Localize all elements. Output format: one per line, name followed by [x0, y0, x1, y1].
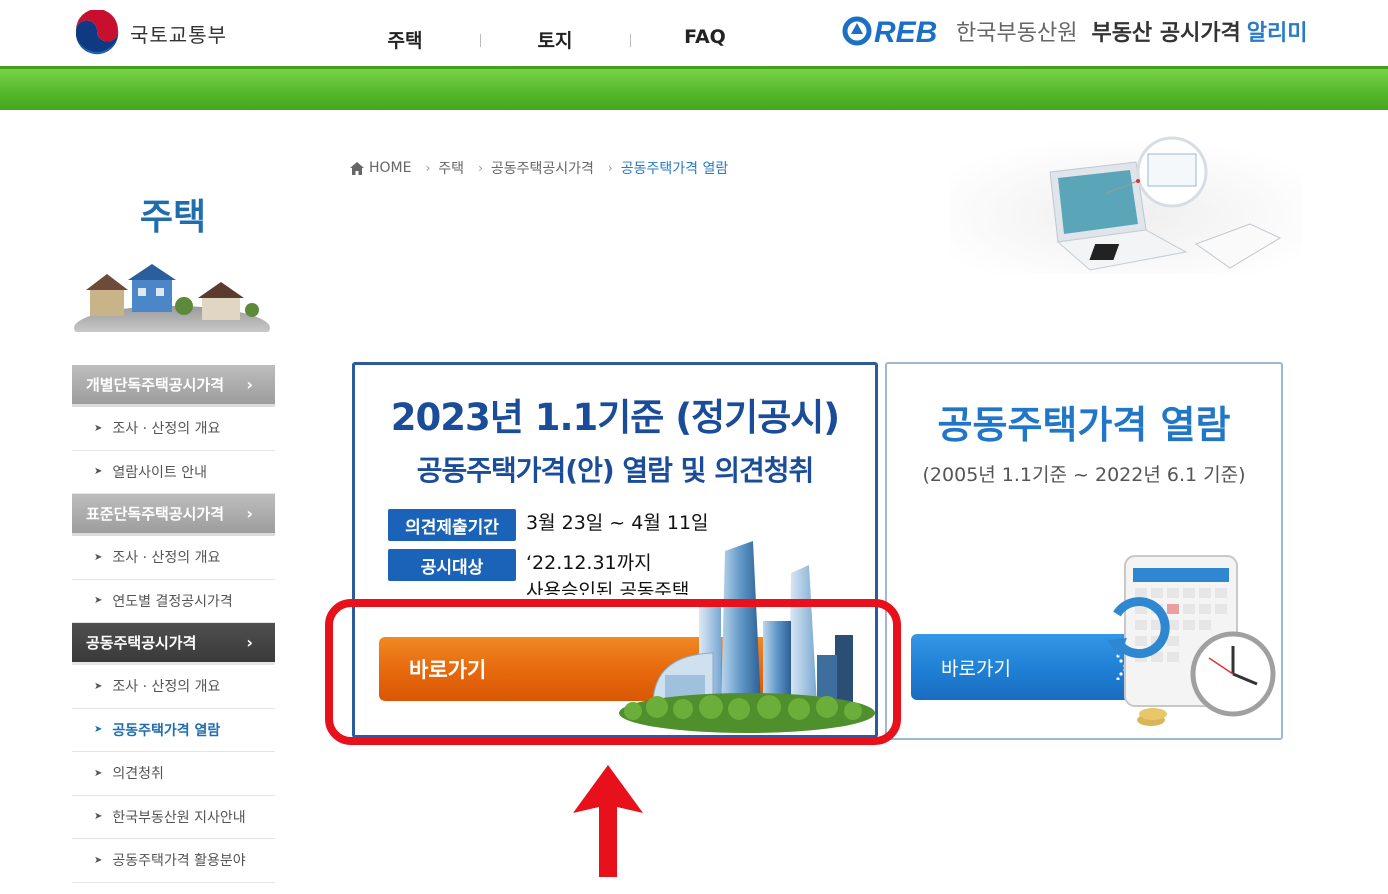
sidebar-item-individual-overview[interactable]: ➤ 조사 · 산정의 개요: [72, 407, 275, 451]
sidebar-item-branch-guide[interactable]: ➤ 한국부동산원 지사안내: [72, 796, 275, 839]
sidebar-group-apartment[interactable]: 공동주택공시가격 ›: [72, 623, 275, 665]
sidebar-item-label: 열람사이트 안내: [112, 464, 208, 481]
sidebar-item-label: 연도별 결정공시가격: [112, 593, 233, 610]
sidebar-item-label: 조사 · 산정의 개요: [112, 550, 221, 567]
header-green-band: [0, 66, 1388, 110]
breadcrumb-separator-icon: ›: [478, 161, 483, 175]
breadcrumb: HOME › 주택 › 공동주택공시가격 › 공동주택가격 열람: [350, 158, 728, 178]
sidebar-group-label: 개별단독주택공시가격: [86, 376, 225, 394]
sidebar-group-label: 공동주택공시가격: [86, 634, 197, 652]
tablet-calendar-clock-illustration-icon: [1107, 555, 1276, 726]
bullet-arrow-icon: ➤: [94, 422, 103, 434]
target-label: 공시대상: [388, 549, 516, 581]
sidebar-item-opinion-hearing[interactable]: ➤ 의견청취: [72, 752, 275, 796]
reb-alim-name: 알리미: [1246, 21, 1308, 46]
top-nav: 주택 토지 FAQ: [330, 26, 780, 53]
notice-subtitle: 공동주택가격(안) 열람 및 의견청취: [416, 454, 814, 487]
breadcrumb-home[interactable]: HOME: [369, 160, 411, 176]
home-icon: [350, 161, 364, 175]
bullet-arrow-icon: ➤: [94, 854, 103, 866]
period-label: 의견제출기간: [388, 509, 516, 541]
reb-mark-text: REB: [874, 16, 937, 48]
sidebar-item-apartment-overview[interactable]: ➤ 조사 · 산정의 개요: [72, 665, 275, 709]
sidebar-group-label: 표준단독주택공시가격: [86, 505, 225, 523]
price-view-period: (2005년 1.1기준 ~ 2022년 6.1 기준): [922, 464, 1246, 486]
breadcrumb-apartment-price[interactable]: 공동주택공시가격: [491, 158, 594, 178]
sidebar-item-label: 한국부동산원 지사안내: [112, 809, 246, 826]
bullet-arrow-icon: ➤: [94, 767, 103, 779]
notice-title: 2023년 1.1기준 (정기공시): [390, 396, 840, 439]
sidebar-item-standard-overview[interactable]: ➤ 조사 · 산정의 개요: [72, 536, 275, 580]
bullet-arrow-icon: ➤: [94, 811, 103, 823]
price-view-card: 공동주택가격 열람 (2005년 1.1기준 ~ 2022년 6.1 기준) 바…: [885, 362, 1283, 740]
site-header: 국토교통부 주택 토지 FAQ REB 한국부동산원 부동산 공시가격 알리미: [0, 0, 1388, 66]
bullet-arrow-icon: ➤: [94, 466, 103, 478]
houses-illustration-icon: [74, 264, 270, 332]
sidebar-group-standard-house[interactable]: 표준단독주택공시가격 ›: [72, 494, 275, 536]
molit-logo[interactable]: 국토교통부: [74, 10, 227, 56]
period-value: 3월 23일 ~ 4월 11일: [526, 512, 709, 534]
breadcrumb-current: 공동주택가격 열람: [620, 161, 729, 177]
sidebar-menu: 개별단독주택공시가격 › ➤ 조사 · 산정의 개요 ➤ 열람사이트 안내 표준…: [72, 365, 275, 883]
annotation-highlight-box: [325, 599, 901, 745]
chevron-right-icon: ›: [246, 633, 253, 652]
chevron-right-icon: ›: [246, 504, 253, 523]
sidebar-item-price-usage[interactable]: ➤ 공동주택가격 활용분야: [72, 839, 275, 883]
taegeuk-emblem-icon: [75, 10, 119, 55]
bullet-arrow-icon: ➤: [94, 551, 103, 563]
breadcrumb-housing[interactable]: 주택: [438, 158, 464, 178]
sidebar-group-individual-house[interactable]: 개별단독주택공시가격 ›: [72, 365, 275, 407]
bullet-arrow-icon: ➤: [94, 680, 103, 692]
reb-logo[interactable]: REB 한국부동산원 부동산 공시가격 알리미: [842, 14, 1308, 48]
annotation-up-arrow-icon: [573, 765, 643, 877]
sidebar-title: 주택: [139, 197, 207, 238]
sidebar-item-apartment-price-view[interactable]: ➤ 공동주택가격 열람: [72, 709, 275, 752]
sidebar-item-label: 의견청취: [112, 766, 164, 783]
sidebar-item-label: 공동주택가격 열람: [112, 722, 221, 739]
sidebar-item-yearly-price[interactable]: ➤ 연도별 결정공시가격: [72, 580, 275, 623]
bullet-arrow-icon: ➤: [94, 724, 103, 736]
chevron-right-icon: ›: [246, 375, 253, 394]
sidebar-item-label: 조사 · 산정의 개요: [112, 421, 221, 438]
reb-mark-icon: REB: [842, 16, 937, 48]
sidebar-item-label: 공동주택가격 활용분야: [112, 853, 246, 870]
bullet-arrow-icon: ➤: [94, 595, 103, 607]
molit-name: 국토교통부: [130, 22, 227, 47]
nav-housing[interactable]: 주택: [330, 26, 480, 53]
nav-faq[interactable]: FAQ: [630, 26, 780, 53]
nav-land[interactable]: 토지: [480, 26, 630, 53]
go-button-label: 바로가기: [941, 657, 1011, 680]
sidebar-item-label: 조사 · 산정의 개요: [112, 679, 221, 696]
breadcrumb-separator-icon: ›: [607, 161, 613, 175]
price-view-title: 공동주택가격 열람: [937, 403, 1231, 447]
breadcrumb-separator-icon: ›: [425, 161, 431, 175]
reb-service-name: 부동산 공시가격: [1091, 21, 1241, 46]
laptop-illustration-icon: [950, 136, 1302, 274]
reb-org-name: 한국부동산원: [956, 21, 1078, 46]
sidebar-item-viewing-site-guide[interactable]: ➤ 열람사이트 안내: [72, 451, 275, 494]
